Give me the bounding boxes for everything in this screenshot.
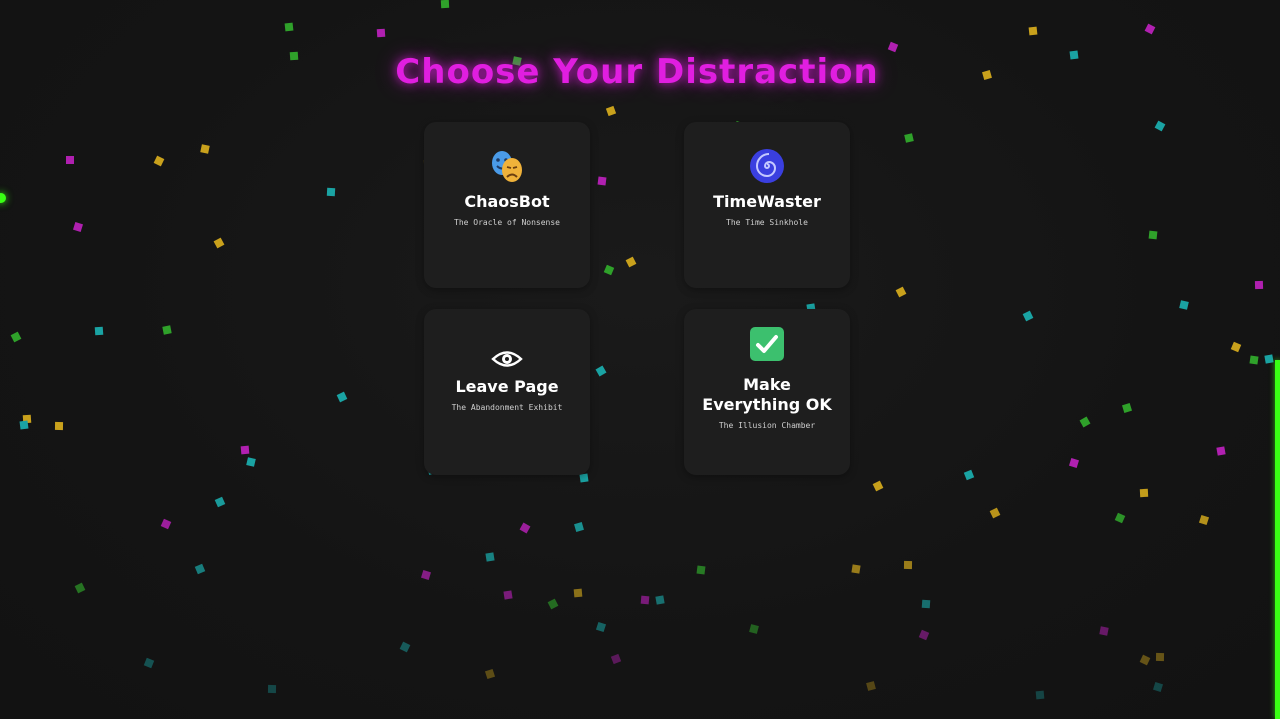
confetti-piece	[1114, 512, 1126, 524]
card-subtitle: The Oracle of Nonsense	[454, 218, 560, 227]
confetti-piece	[1139, 654, 1151, 666]
confetti-piece	[1198, 514, 1210, 526]
card-title: TimeWaster	[713, 192, 821, 211]
confetti-piece	[989, 507, 1001, 519]
confetti-piece	[1230, 341, 1242, 353]
confetti-piece	[1153, 682, 1163, 692]
confetti-piece	[872, 480, 884, 492]
confetti-piece	[655, 595, 665, 605]
confetti-piece	[547, 598, 559, 610]
confetti-piece	[904, 133, 914, 143]
eye-icon	[491, 351, 523, 367]
page-title: Choose Your Distraction	[395, 52, 879, 92]
card-subtitle: The Abandonment Exhibit	[451, 403, 563, 412]
card-title: Leave Page	[455, 377, 559, 396]
confetti-piece	[1035, 690, 1045, 700]
confetti-piece	[376, 28, 386, 38]
confetti-piece	[963, 469, 975, 481]
card-title: ChaosBot	[464, 192, 550, 211]
confetti-piece	[640, 595, 650, 605]
confetti-piece	[240, 445, 250, 455]
confetti-piece	[1155, 652, 1165, 662]
confetti-piece	[1179, 300, 1189, 310]
confetti-piece	[595, 621, 607, 633]
confetti-piece	[610, 653, 622, 665]
confetti-piece	[73, 222, 83, 232]
chaosbot-card[interactable]: ChaosBot The Oracle of Nonsense	[424, 122, 590, 288]
card-subtitle: The Time Sinkhole	[726, 218, 808, 227]
confetti-piece	[213, 237, 225, 249]
confetti-piece	[1099, 626, 1109, 636]
confetti-piece	[143, 657, 155, 669]
confetti-piece	[1022, 310, 1034, 322]
confetti-piece	[595, 365, 607, 377]
confetti-piece	[605, 105, 617, 117]
confetti-piece	[918, 629, 930, 641]
confetti-piece	[440, 0, 450, 9]
confetti-piece	[1122, 403, 1132, 413]
confetti-piece	[74, 582, 86, 594]
confetti-piece	[246, 457, 256, 467]
confetti-piece	[503, 590, 513, 600]
confetti-piece	[749, 624, 759, 634]
confetti-piece	[574, 522, 584, 532]
scroll-indicator[interactable]	[1275, 360, 1280, 719]
timewaster-card[interactable]: TimeWaster The Time Sinkhole	[684, 122, 850, 288]
confetti-piece	[160, 518, 172, 530]
confetti-layer	[0, 0, 1280, 719]
check-box-icon	[750, 327, 784, 361]
confetti-piece	[54, 421, 64, 431]
confetti-piece	[887, 41, 899, 53]
confetti-piece	[1216, 446, 1226, 456]
confetti-piece	[399, 641, 411, 653]
confetti-piece	[1139, 488, 1149, 498]
confetti-piece	[153, 155, 165, 167]
confetti-piece	[895, 286, 907, 298]
card-title-line-1: Make	[743, 375, 791, 394]
confetti-piece	[696, 565, 706, 575]
confetti-piece	[94, 326, 104, 336]
spiral-icon	[750, 149, 784, 183]
confetti-piece	[267, 684, 277, 694]
app-stage: Choose Your Distraction ChaosBot The Ora…	[0, 0, 1280, 719]
confetti-piece	[1254, 280, 1264, 290]
card-title-line-2: Everything OK	[702, 395, 832, 414]
confetti-piece	[1264, 354, 1274, 364]
confetti-piece	[597, 176, 607, 186]
confetti-piece	[336, 391, 348, 403]
confetti-piece	[1028, 26, 1038, 36]
confetti-piece	[1069, 458, 1079, 468]
theater-masks-icon	[492, 151, 522, 182]
make-everything-ok-card[interactable]: Make Everything OK The Illusion Chamber	[684, 309, 850, 475]
confetti-piece	[1154, 120, 1166, 132]
confetti-piece	[66, 156, 74, 164]
confetti-piece	[162, 325, 172, 335]
card-subtitle: The Illusion Chamber	[718, 421, 816, 430]
confetti-piece	[194, 563, 206, 575]
confetti-piece	[214, 496, 226, 508]
confetti-piece	[284, 22, 294, 32]
confetti-piece	[1148, 230, 1158, 240]
confetti-piece	[603, 264, 615, 276]
confetti-piece	[851, 564, 861, 574]
confetti-piece	[326, 187, 336, 197]
confetti-piece	[200, 144, 210, 154]
confetti-piece	[519, 522, 531, 534]
confetti-piece	[866, 681, 876, 691]
confetti-piece	[903, 560, 913, 570]
confetti-piece	[921, 599, 931, 609]
confetti-piece	[421, 570, 431, 580]
confetti-piece	[579, 473, 589, 483]
confetti-piece	[484, 668, 496, 680]
confetti-piece	[1144, 23, 1156, 35]
confetti-piece	[1249, 355, 1259, 365]
leave-page-card[interactable]: Leave Page The Abandonment Exhibit	[424, 309, 590, 475]
confetti-piece	[485, 552, 495, 562]
confetti-piece	[625, 256, 637, 268]
confetti-piece	[19, 420, 29, 430]
confetti-piece	[1079, 416, 1091, 428]
confetti-piece	[10, 331, 22, 343]
confetti-piece	[573, 588, 583, 598]
